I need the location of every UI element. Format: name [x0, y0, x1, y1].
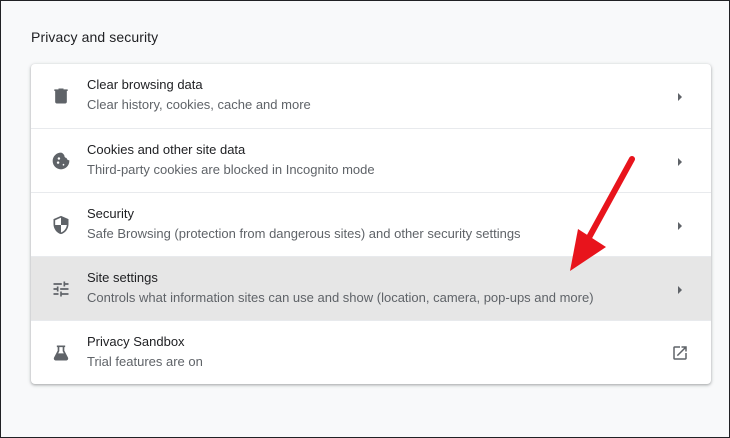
row-subtitle: Safe Browsing (protection from dangerous… [87, 226, 521, 241]
row-security[interactable]: Security Safe Browsing (protection from … [31, 192, 711, 256]
privacy-security-card: Clear browsing data Clear history, cooki… [31, 64, 711, 384]
row-subtitle: Trial features are on [87, 354, 203, 369]
section-title: Privacy and security [31, 29, 159, 45]
row-site-settings[interactable]: Site settings Controls what information … [31, 256, 711, 320]
chevron-right-icon [675, 219, 685, 231]
trash-icon [51, 86, 71, 106]
row-subtitle: Clear history, cookies, cache and more [87, 97, 311, 112]
sliders-icon [51, 279, 71, 299]
row-title: Site settings [87, 270, 158, 285]
row-title: Privacy Sandbox [87, 334, 185, 349]
flask-icon [51, 343, 71, 363]
chevron-right-icon [675, 90, 685, 102]
cookie-icon [51, 151, 71, 171]
row-privacy-sandbox[interactable]: Privacy Sandbox Trial features are on [31, 320, 711, 384]
row-subtitle: Third-party cookies are blocked in Incog… [87, 162, 375, 177]
row-title: Cookies and other site data [87, 142, 246, 157]
chevron-right-icon [675, 155, 685, 167]
open-in-new-icon [671, 344, 689, 362]
row-title: Clear browsing data [87, 77, 203, 92]
row-cookies[interactable]: Cookies and other site data Third-party … [31, 128, 711, 192]
row-clear-browsing-data[interactable]: Clear browsing data Clear history, cooki… [31, 64, 711, 128]
row-title: Security [87, 206, 134, 221]
row-subtitle: Controls what information sites can use … [87, 290, 594, 305]
settings-page: Privacy and security Clear browsing data… [0, 0, 730, 438]
chevron-right-icon [675, 283, 685, 295]
shield-icon [51, 215, 71, 235]
